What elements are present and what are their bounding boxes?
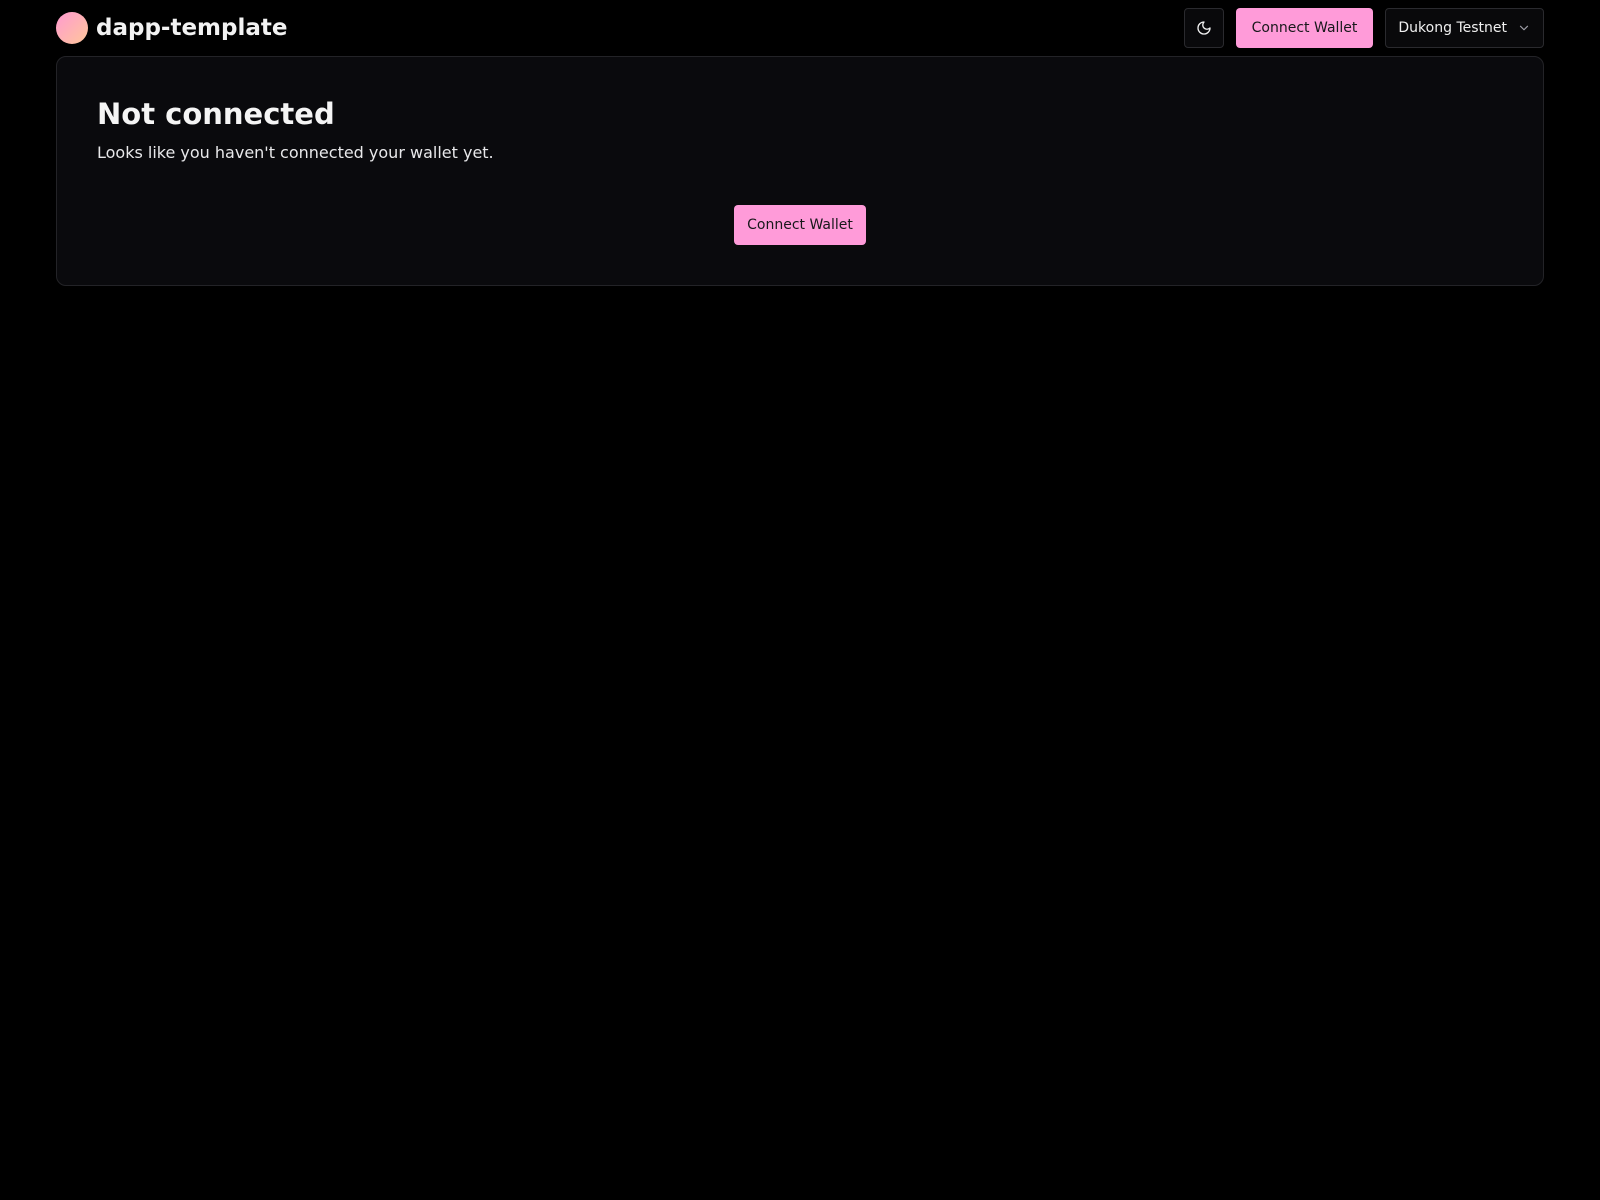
card-description: Looks like you haven't connected your wa… xyxy=(97,143,494,162)
theme-toggle-button[interactable] xyxy=(1183,8,1224,48)
chevron-down-icon xyxy=(1519,25,1529,31)
network-select-value: Dukong Testnet xyxy=(1398,20,1507,36)
header-connect-wallet-button[interactable]: Connect Wallet xyxy=(1235,8,1374,48)
brand[interactable]: dapp-template xyxy=(56,12,287,44)
not-connected-card: Not connected Looks like you haven't con… xyxy=(56,56,1544,286)
connect-wallet-button[interactable]: Connect Wallet xyxy=(734,205,866,245)
top-bar: dapp-template Connect Wallet Dukong Test… xyxy=(56,8,1544,48)
brand-name: dapp-template xyxy=(96,15,288,41)
brand-logo xyxy=(56,12,88,44)
header-actions: Connect Wallet Dukong Testnet xyxy=(1183,8,1544,48)
card-title: Not connected xyxy=(97,97,335,131)
moon-icon xyxy=(1197,21,1211,35)
network-select[interactable]: Dukong Testnet xyxy=(1385,8,1544,48)
